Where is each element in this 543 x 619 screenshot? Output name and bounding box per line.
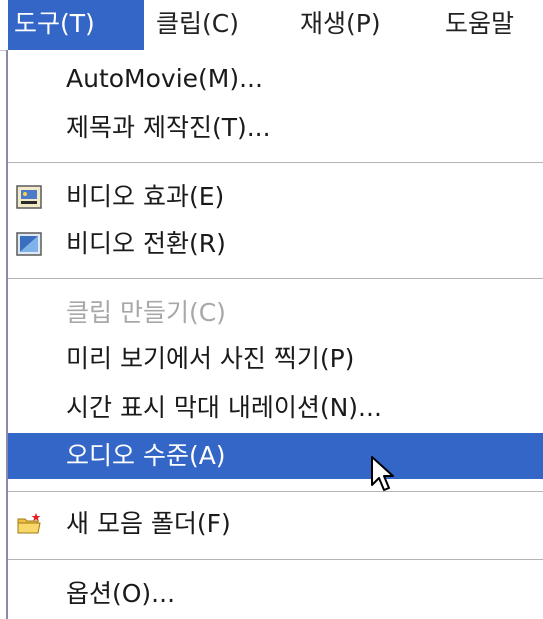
menu-item-timeline-narration[interactable]: 시간 표시 막대 내레이션(N)... — [8, 385, 543, 431]
menu-separator — [8, 162, 543, 164]
video-transitions-icon — [16, 232, 42, 256]
menu-item-titles-credits[interactable]: 제목과 제작진(T)... — [8, 105, 543, 151]
menu-separator — [8, 278, 543, 280]
menu-play[interactable]: 재생(P) — [300, 0, 381, 50]
menu-item-label: 비디오 전환(R) — [66, 229, 226, 258]
menu-item-take-picture-from-preview[interactable]: 미리 보기에서 사진 찍기(P) — [8, 336, 543, 382]
menu-item-automovie[interactable]: AutoMovie(M)... — [8, 56, 543, 102]
new-folder-icon — [17, 513, 41, 534]
menu-item-audio-levels[interactable]: 오디오 수준(A) — [8, 433, 543, 479]
menu-item-label: 시간 표시 막대 내레이션(N)... — [66, 393, 382, 422]
menu-item-video-effects[interactable]: 비디오 효과(E) — [8, 174, 543, 220]
menu-item-label: 비디오 효과(E) — [66, 182, 225, 211]
menu-separator — [8, 491, 543, 493]
menu-item-label: 오디오 수준(A) — [66, 441, 226, 470]
menu-separator — [8, 559, 543, 561]
menu-item-label: AutoMovie(M)... — [66, 64, 263, 93]
mouse-pointer-icon — [371, 456, 394, 491]
menu-item-video-transitions[interactable]: 비디오 전환(R) — [8, 221, 543, 267]
menu-item-label: 제목과 제작진(T)... — [66, 113, 271, 142]
video-effects-icon — [16, 185, 42, 209]
menu-bar: 도구(T) 클립(C) 재생(P) 도움말 — [0, 0, 543, 51]
menu-item-create-clips: 클립 만들기(C) — [8, 290, 543, 336]
menu-tools[interactable]: 도구(T) — [8, 0, 144, 50]
menu-item-label: 새 모음 폴더(F) — [66, 509, 231, 538]
menu-item-label: 클립 만들기(C) — [66, 298, 226, 327]
menu-item-label: 옵션(O)... — [66, 579, 176, 608]
menu-item-options[interactable]: 옵션(O)... — [8, 571, 543, 617]
menu-clip[interactable]: 클립(C) — [156, 0, 239, 50]
menu-item-label: 미리 보기에서 사진 찍기(P) — [66, 344, 355, 373]
menu-help[interactable]: 도움말 — [445, 0, 514, 50]
menu-item-new-collection-folder[interactable]: 새 모음 폴더(F) — [8, 501, 543, 547]
tools-dropdown-menu: AutoMovie(M)... 제목과 제작진(T)... 비디오 효과(E) … — [6, 50, 543, 619]
